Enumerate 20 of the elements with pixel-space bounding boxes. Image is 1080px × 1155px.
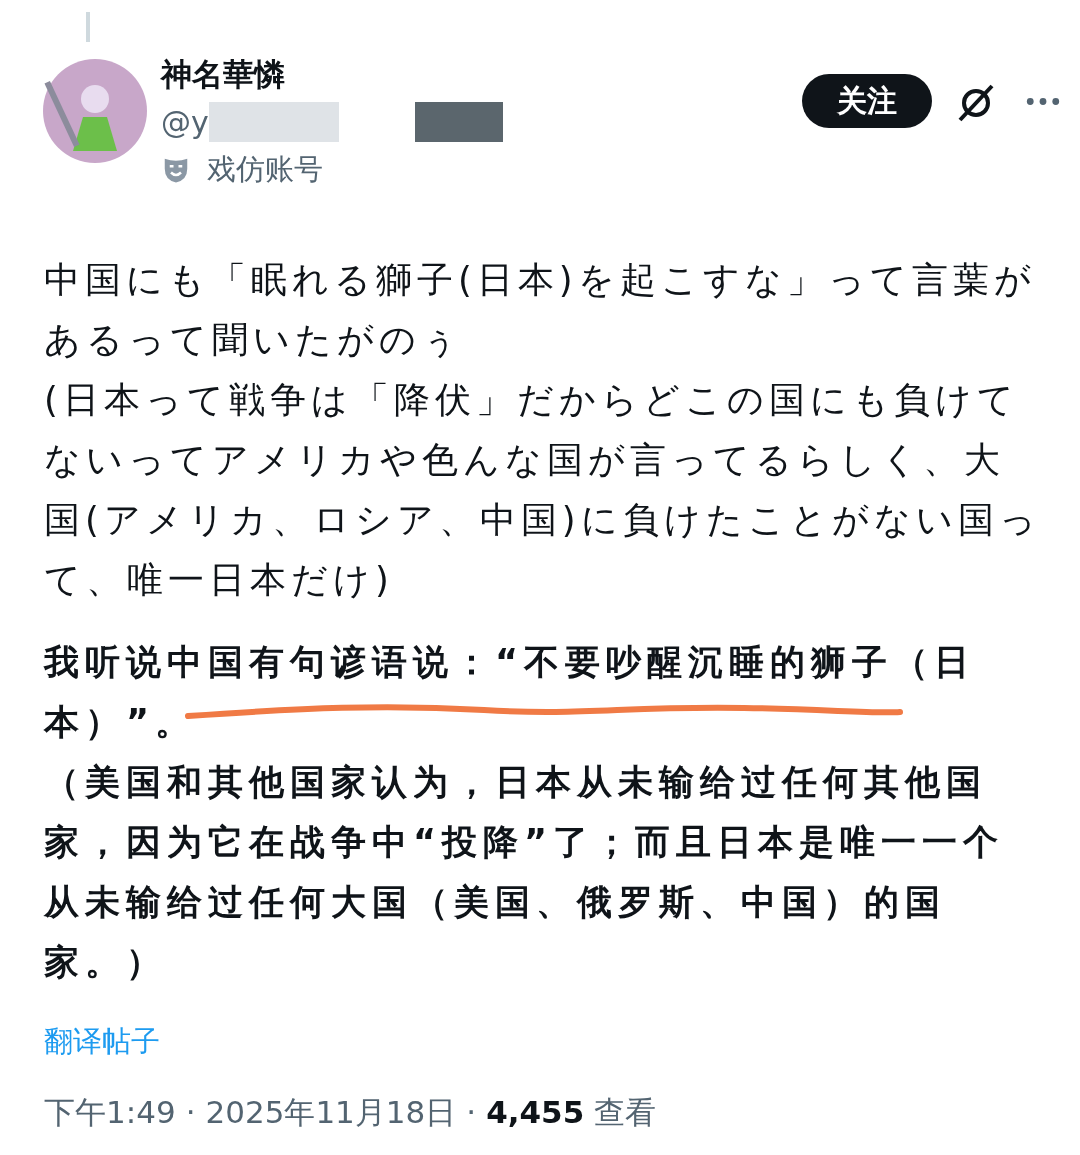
slashed-circle-icon[interactable] bbox=[956, 82, 996, 122]
views-label: 查看 bbox=[594, 1093, 657, 1132]
post-text-line: （美国和其他国家认为，日本从未输给过任何其他国 bbox=[44, 761, 987, 804]
more-icon[interactable] bbox=[1026, 97, 1060, 106]
post-text-line: 我听说中国有句谚语说：“不要吵醒沉睡的狮子（日 bbox=[44, 641, 975, 684]
post-time[interactable]: 下午1:49 bbox=[44, 1092, 176, 1134]
author-handle[interactable]: @y bbox=[161, 104, 209, 140]
separator-dot: · bbox=[185, 1094, 196, 1130]
post-text-line: 本）”。 bbox=[44, 701, 196, 744]
avatar[interactable] bbox=[43, 59, 147, 163]
view-count: 4,455 bbox=[486, 1094, 585, 1130]
separator-dot: · bbox=[466, 1094, 477, 1130]
author-name[interactable]: 神名華憐 bbox=[161, 54, 802, 96]
post-date[interactable]: 2025年11月18日 bbox=[205, 1092, 457, 1134]
post-text: 中国にも「眠れる獅子(日本)を起こすな」って言葉が あるって聞いたがのぅ (日本って戦争は「降伏」だからどこの国にも負けて ないってアメリカや色んな国が言ってるらしく、大 国(アメリカ、ロシア、中国)に負けたことがない国っ て、唯一日本だけ) bbox=[44, 258, 1042, 602]
post-text-line: 从未输给过任何大国（美国、俄罗斯、中国）的国 bbox=[44, 881, 946, 924]
post-text-line: 家。） bbox=[44, 941, 167, 984]
account-label: 戏仿账号 bbox=[207, 151, 323, 188]
post-text-line: 家，因为它在战争中“投降”了；而且日本是唯一一个 bbox=[44, 821, 1004, 864]
follow-button[interactable]: 关注 bbox=[802, 74, 932, 128]
